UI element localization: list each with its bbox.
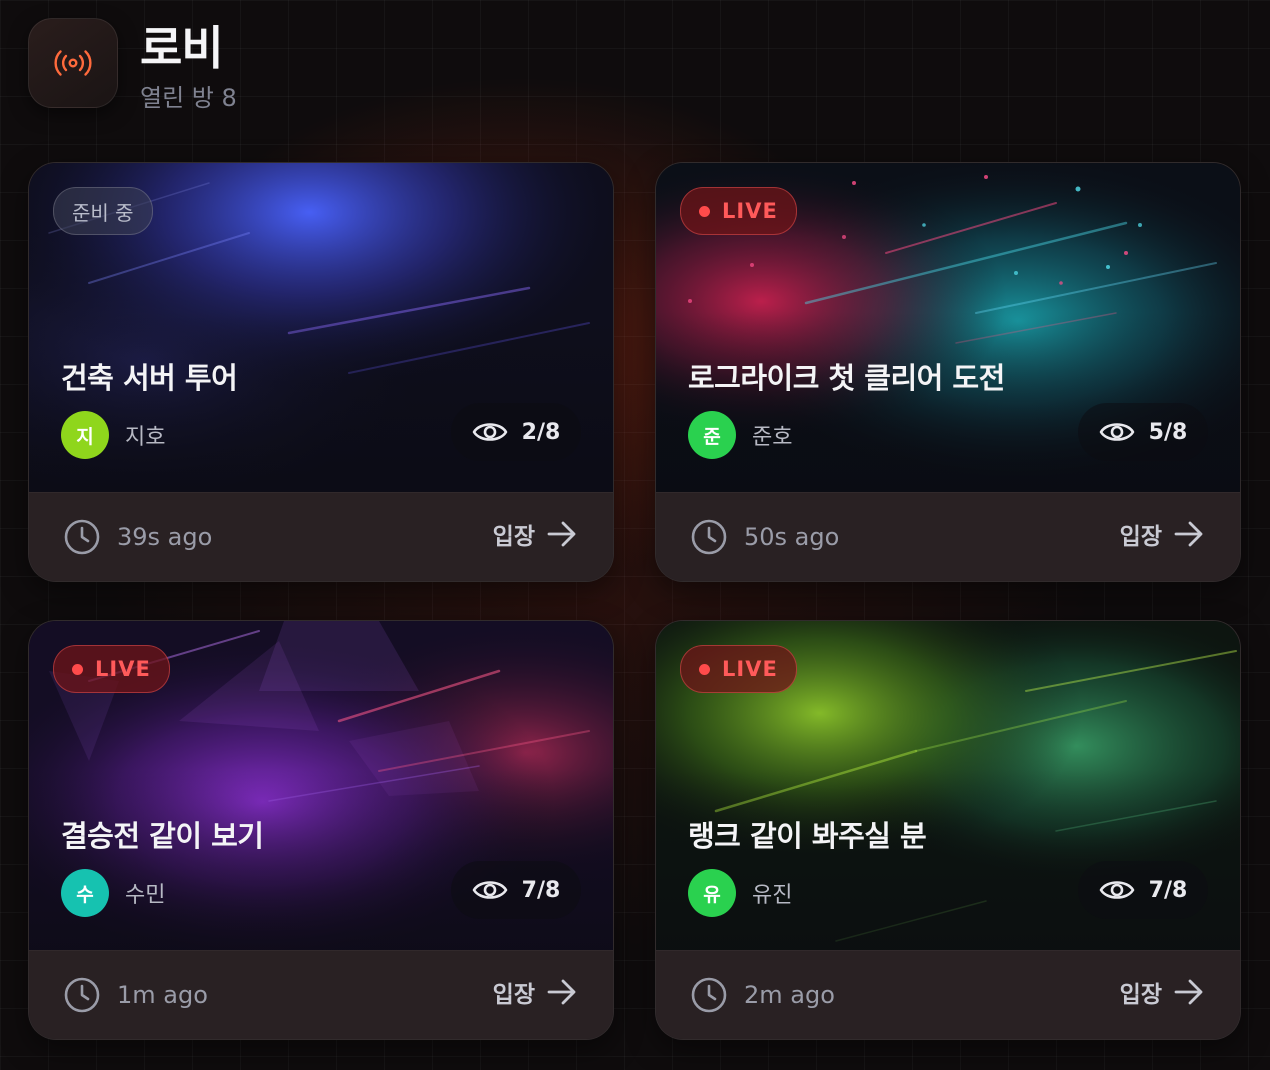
- enter-label: 입장: [1119, 524, 1162, 550]
- time-ago: 50s ago: [744, 523, 840, 551]
- room-card[interactable]: LIVE 로그라이크 첫 클리어 도전 준 준호 5/8 50s ago 입장: [655, 162, 1241, 582]
- room-host: 유 유진: [688, 869, 792, 917]
- arrow-right-icon: [1174, 521, 1203, 547]
- enter-label: 입장: [492, 982, 535, 1008]
- viewer-count-pill: 7/8: [451, 861, 581, 919]
- status-badge: LIVE: [680, 645, 797, 693]
- room-time: 1m ago: [63, 976, 208, 1014]
- arrow-right-icon: [547, 979, 576, 1005]
- enter-button[interactable]: 입장: [1120, 975, 1204, 1009]
- status-label: LIVE: [722, 657, 778, 681]
- open-room-count: 열린 방 8: [140, 84, 237, 112]
- viewer-count: 2/8: [521, 419, 561, 445]
- viewer-count: 5/8: [1148, 419, 1188, 445]
- broadcast-icon: [28, 18, 118, 108]
- room-title: 결승전 같이 보기: [61, 819, 264, 853]
- host-avatar: 지: [61, 411, 109, 459]
- status-badge: LIVE: [680, 187, 797, 235]
- arrow-right-icon: [1174, 979, 1203, 1005]
- host-name: 수민: [125, 883, 166, 908]
- arrow-right-icon: [547, 521, 576, 547]
- card-footer: 50s ago 입장: [656, 492, 1240, 581]
- room-card[interactable]: LIVE 랭크 같이 봐주실 분 유 유진 7/8 2m ago 입장: [655, 620, 1241, 1040]
- viewer-count-pill: 2/8: [451, 403, 581, 461]
- host-name: 준호: [752, 425, 793, 450]
- live-dot-icon: [699, 205, 710, 217]
- eye-icon: [472, 423, 507, 441]
- eye-icon: [1099, 881, 1134, 899]
- clock-icon: [64, 977, 100, 1013]
- enter-button[interactable]: 입장: [1120, 517, 1204, 551]
- live-dot-icon: [72, 663, 83, 675]
- viewer-count: 7/8: [1148, 877, 1188, 903]
- room-host: 수 수민: [61, 869, 165, 917]
- clock-icon: [64, 519, 100, 555]
- enter-label: 입장: [492, 524, 535, 550]
- room-host: 지 지호: [61, 411, 165, 459]
- status-label: LIVE: [95, 657, 151, 681]
- viewer-count-pill: 7/8: [1078, 861, 1208, 919]
- card-footer: 39s ago 입장: [29, 492, 613, 581]
- status-badge: 준비 중: [53, 187, 153, 235]
- status-label: 준비 중: [72, 200, 134, 225]
- host-name: 지호: [125, 425, 166, 450]
- room-time: 39s ago: [63, 518, 212, 556]
- room-time: 2m ago: [690, 976, 835, 1014]
- viewer-count: 7/8: [521, 877, 561, 903]
- enter-button[interactable]: 입장: [493, 975, 577, 1009]
- room-title: 랭크 같이 봐주실 분: [688, 819, 927, 853]
- room-time: 50s ago: [690, 518, 839, 556]
- page-title: 로비: [140, 21, 224, 75]
- room-title: 건축 서버 투어: [61, 361, 238, 395]
- clock-icon: [691, 519, 727, 555]
- eye-icon: [472, 881, 507, 899]
- time-ago: 39s ago: [117, 523, 213, 551]
- room-card[interactable]: LIVE 결승전 같이 보기 수 수민 7/8 1m ago 입장: [28, 620, 614, 1040]
- room-card[interactable]: 준비 중 건축 서버 투어 지 지호 2/8 39s ago 입장: [28, 162, 614, 582]
- room-thumbnail: 준비 중 건축 서버 투어 지 지호 2/8: [29, 163, 613, 492]
- status-label: LIVE: [722, 199, 778, 223]
- room-thumbnail: LIVE 결승전 같이 보기 수 수민 7/8: [29, 621, 613, 950]
- room-thumbnail: LIVE 로그라이크 첫 클리어 도전 준 준호 5/8: [656, 163, 1240, 492]
- card-footer: 2m ago 입장: [656, 950, 1240, 1039]
- card-footer: 1m ago 입장: [29, 950, 613, 1039]
- enter-button[interactable]: 입장: [493, 517, 577, 551]
- live-dot-icon: [699, 663, 710, 675]
- host-avatar: 유: [688, 869, 736, 917]
- host-name: 유진: [752, 883, 793, 908]
- enter-label: 입장: [1119, 982, 1162, 1008]
- room-title: 로그라이크 첫 클리어 도전: [688, 361, 1005, 395]
- status-badge: LIVE: [53, 645, 170, 693]
- host-avatar: 준: [688, 411, 736, 459]
- clock-icon: [691, 977, 727, 1013]
- viewer-count-pill: 5/8: [1078, 403, 1208, 461]
- time-ago: 2m ago: [744, 981, 835, 1009]
- time-ago: 1m ago: [117, 981, 208, 1009]
- room-host: 준 준호: [688, 411, 792, 459]
- eye-icon: [1099, 423, 1134, 441]
- room-thumbnail: LIVE 랭크 같이 봐주실 분 유 유진 7/8: [656, 621, 1240, 950]
- host-avatar: 수: [61, 869, 109, 917]
